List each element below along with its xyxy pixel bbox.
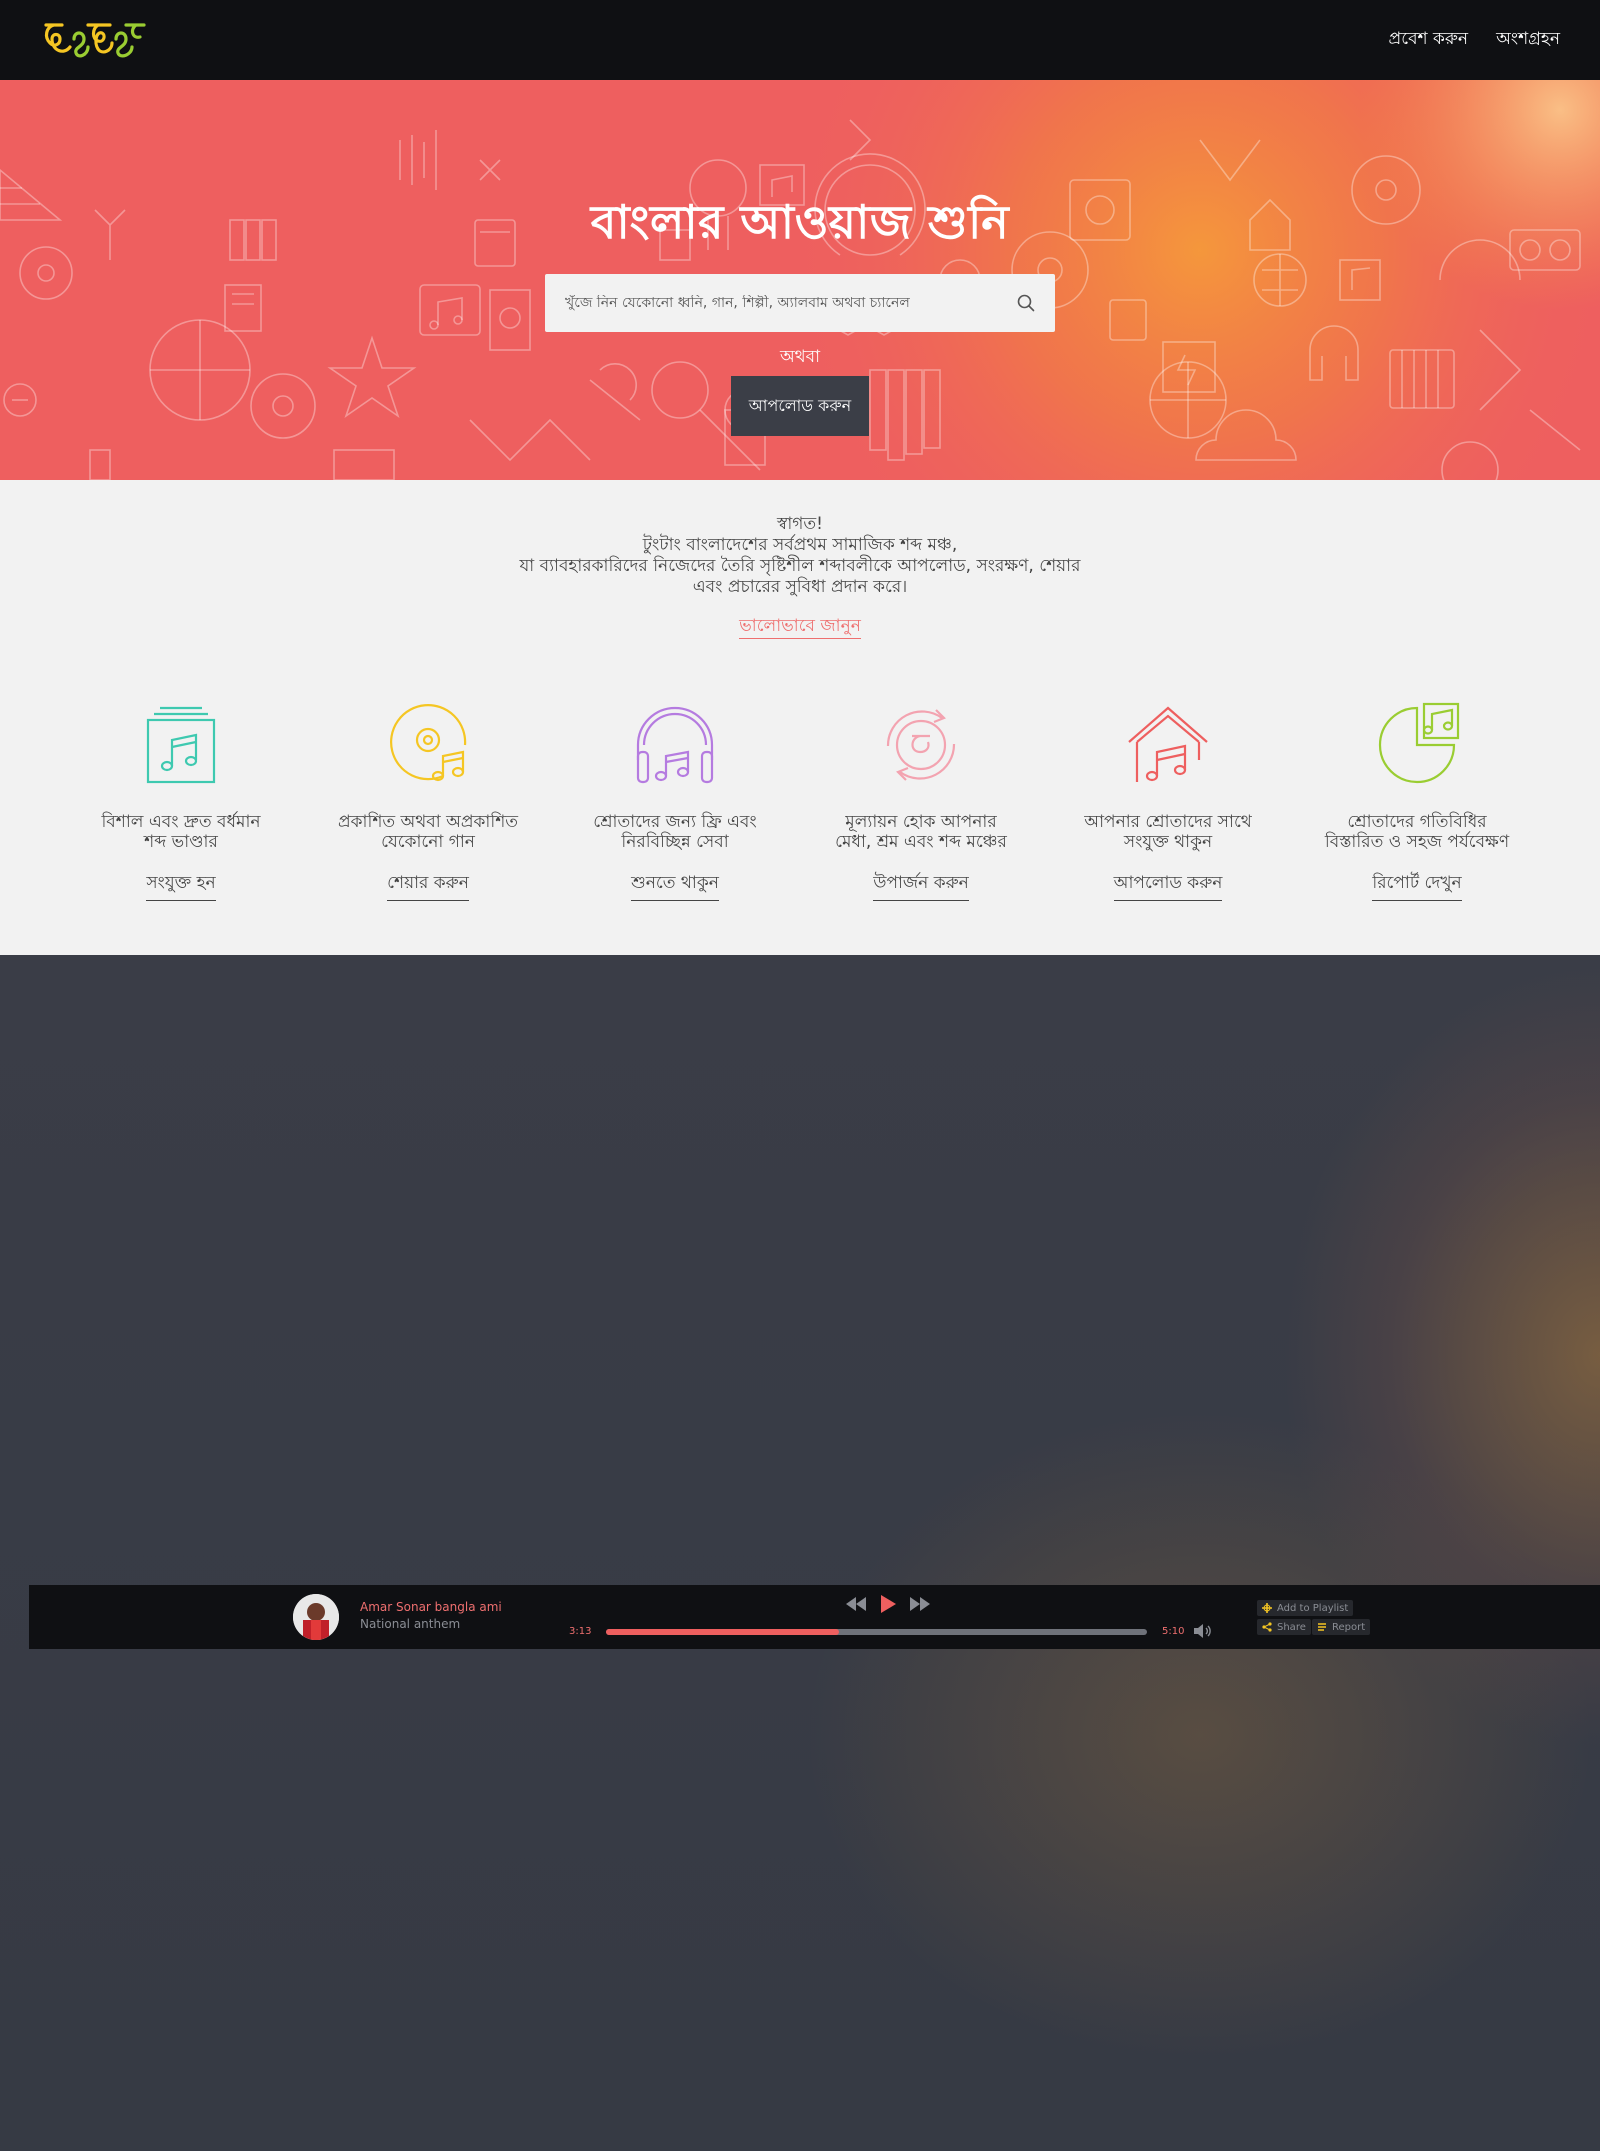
share-label: Share	[1277, 1621, 1306, 1633]
feature-line: আপনার শ্রোতাদের সাথে	[1084, 812, 1252, 832]
search-input[interactable]	[565, 295, 1005, 311]
time-current: 3:13	[569, 1626, 592, 1637]
feature-link-connect[interactable]: সংযুক্ত হন	[146, 870, 216, 901]
share-button[interactable]: Share	[1257, 1619, 1311, 1635]
intro-section: স্বাগত! টুংটাং বাংলাদেশের সর্বপ্রথম সামা…	[0, 480, 1600, 955]
feature-line: মূল্যায়ন হোক আপনার	[845, 812, 997, 832]
feature-link-share[interactable]: শেয়ার করুন	[387, 870, 469, 901]
track-subtitle: National anthem	[360, 1617, 461, 1631]
feature-description: প্রকাশিত অথবা অপ্রকাশিত যেকোনো গান	[318, 812, 538, 852]
welcome-line: যা ব্যাবহারকারিদের নিজেদের তৈরি সৃষ্টিশী…	[519, 556, 1081, 576]
feature-line: বিস্তারিত ও সহজ পর্যবেক্ষণ	[1324, 832, 1510, 852]
report-button[interactable]: Report	[1312, 1619, 1371, 1635]
feature-link-earn[interactable]: উপার্জন করুন	[873, 870, 969, 901]
feature-description: মূল্যায়ন হোক আপনার মেধা, শ্রম এবং শব্দ …	[811, 812, 1031, 852]
volume-icon	[1194, 1624, 1211, 1638]
music-pie-chart-icon	[1378, 702, 1460, 784]
feature-item: মূল্যায়ন হোক আপনার মেধা, শ্রম এবং শব্দ …	[811, 700, 1031, 901]
fast-forward-icon	[910, 1597, 930, 1611]
forward-button[interactable]	[910, 1597, 930, 1611]
time-total: 5:10	[1162, 1626, 1185, 1637]
upload-button[interactable]: আপলোড করুন	[731, 376, 869, 436]
tungtang-logo-icon	[44, 23, 146, 58]
add-playlist-icon	[1262, 1603, 1272, 1613]
report-label: Report	[1332, 1621, 1366, 1633]
welcome-text: স্বাগত! টুংটাং বাংলাদেশের সর্বপ্রথম সামা…	[0, 514, 1600, 598]
feature-item: আপনার শ্রোতাদের সাথে সংযুক্ত থাকুন আপলোড…	[1058, 700, 1278, 901]
audio-player: Amar Sonar bangla ami National anthem 3:…	[29, 1585, 1600, 1649]
feature-description: শ্রোতাদের জন্য ফ্রি এবং নিরবিচ্ছিন্ন সেব…	[565, 812, 785, 852]
feature-item: প্রকাশিত অথবা অপ্রকাশিত যেকোনো গান শেয়া…	[318, 700, 538, 901]
feature-line: মেধা, শ্রম এবং শব্দ মঞ্চের	[835, 832, 1007, 852]
play-icon	[881, 1595, 896, 1613]
welcome-line: এবং প্রচারের সুবিধা প্রদান করে।	[692, 577, 908, 597]
feature-item: বিশাল এবং দ্রুত বর্ধমান শব্দ ভাণ্ডার সংয…	[71, 700, 291, 901]
track-title[interactable]: Amar Sonar bangla ami	[360, 1600, 502, 1614]
progress-bar[interactable]	[606, 1629, 1147, 1635]
logo[interactable]	[40, 10, 150, 70]
feature-item: শ্রোতাদের জন্য ফ্রি এবং নিরবিচ্ছিন্ন সেব…	[565, 700, 785, 901]
hero-title: বাংলার আওয়াজ শুনি	[590, 195, 1010, 249]
learn-more-link[interactable]: ভালোভাবে জানুন	[739, 616, 861, 639]
login-link[interactable]: প্রবেশ করুন	[1389, 26, 1469, 54]
feature-line: নিরবিচ্ছিন্ন সেবা	[621, 832, 729, 852]
feature-link-report[interactable]: রিপোর্ট দেখুন	[1372, 870, 1462, 901]
hero-content: বাংলার আওয়াজ শুনি অথবা আপলোড করুন	[0, 80, 1600, 480]
play-button[interactable]	[880, 1595, 896, 1613]
features-row: বিশাল এবং দ্রুত বর্ধমান শব্দ ভাণ্ডার সংয…	[0, 700, 1600, 920]
headphones-icon	[636, 706, 714, 784]
music-album-icon	[146, 706, 216, 784]
music-disc-icon	[390, 704, 467, 782]
feature-description: বিশাল এবং দ্রুত বর্ধমান শব্দ ভাণ্ডার	[71, 812, 291, 852]
feature-line: শব্দ ভাণ্ডার	[144, 832, 218, 852]
welcome-line: স্বাগত!	[777, 514, 823, 534]
feature-description: শ্রোতাদের গতিবিধির বিস্তারিত ও সহজ পর্যব…	[1307, 812, 1527, 852]
main-nav: প্রবেশ করুন অংশগ্রহন	[1389, 26, 1560, 54]
signup-link[interactable]: অংশগ্রহন	[1496, 26, 1560, 54]
feature-link-listen[interactable]: শুনতে থাকুন	[631, 870, 719, 901]
hero-banner: বাংলার আওয়াজ শুনি অথবা আপলোড করুন	[0, 80, 1600, 480]
feature-line: সংযুক্ত থাকুন	[1123, 832, 1213, 852]
taka-coin-icon	[886, 709, 956, 781]
background-area	[0, 955, 1600, 2151]
rewind-icon	[846, 1597, 866, 1611]
feature-description: আপনার শ্রোতাদের সাথে সংযুক্ত থাকুন	[1058, 812, 1278, 852]
feature-line: বিশাল এবং দ্রুত বর্ধমান	[101, 812, 261, 832]
volume-button[interactable]	[1194, 1623, 1212, 1643]
add-to-playlist-label: Add to Playlist	[1277, 1602, 1349, 1614]
rewind-button[interactable]	[846, 1597, 866, 1611]
feature-line: শ্রোতাদের গতিবিধির	[1347, 812, 1487, 832]
feature-line: শ্রোতাদের জন্য ফ্রি এবং	[593, 812, 757, 832]
learn-more-wrap: ভালোভাবে জানুন	[0, 613, 1600, 641]
welcome-line: টুংটাং বাংলাদেশের সর্বপ্রথম সামাজিক শব্দ…	[642, 535, 958, 555]
add-to-playlist-button[interactable]: Add to Playlist	[1257, 1600, 1354, 1616]
share-icon	[1262, 1622, 1272, 1632]
feature-line: প্রকাশিত অথবা অপ্রকাশিত	[337, 812, 519, 832]
or-text: অথবা	[779, 347, 821, 367]
music-house-icon	[1128, 706, 1208, 782]
feature-link-upload[interactable]: আপলোড করুন	[1113, 870, 1223, 901]
top-header: প্রবেশ করুন অংশগ্রহন	[0, 0, 1600, 80]
player-controls	[846, 1595, 930, 1613]
report-icon	[1318, 1623, 1326, 1631]
progress-fill	[606, 1629, 839, 1635]
feature-item: শ্রোতাদের গতিবিধির বিস্তারিত ও সহজ পর্যব…	[1307, 700, 1527, 901]
feature-line: যেকোনো গান	[381, 832, 475, 852]
search-icon[interactable]	[1017, 294, 1035, 312]
track-cover[interactable]	[293, 1594, 339, 1640]
search-box	[545, 274, 1055, 332]
